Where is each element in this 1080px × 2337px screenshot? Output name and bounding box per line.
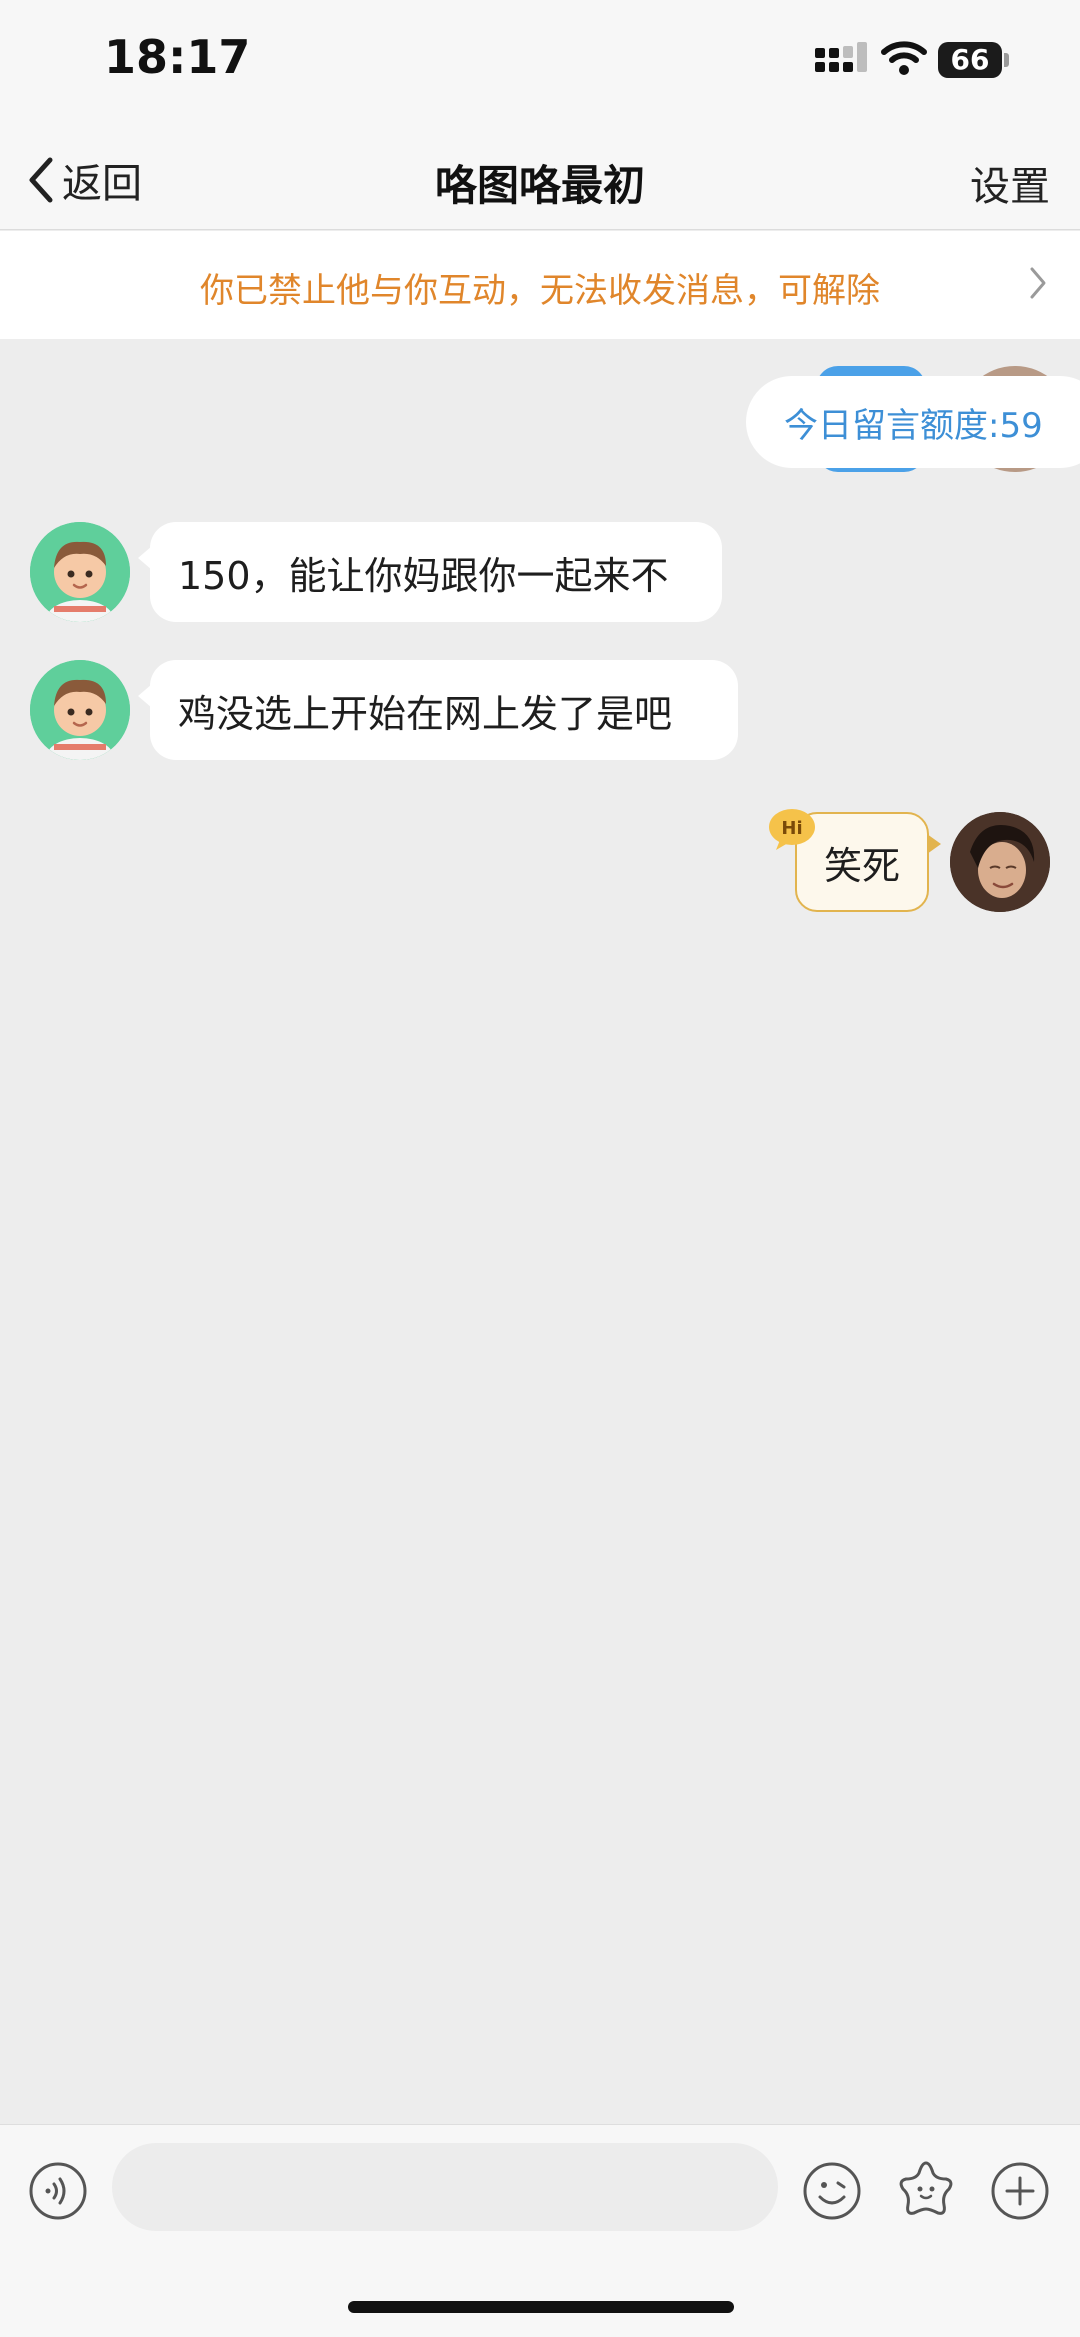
nav-bar: 返回 咯图咯最初 设置 — [0, 130, 1080, 230]
battery-icon: 66 — [938, 42, 1009, 78]
chat-screen: 18:17 66 返回 咯图咯最初 设置 你已禁止他与你互动，无法收发消息，可解… — [0, 0, 1080, 2337]
user-photo-avatar-icon — [950, 812, 1050, 912]
message-quota-text: 今日留言额度:59 — [784, 405, 1043, 446]
wifi-icon — [881, 41, 927, 75]
status-bar: 18:17 66 — [0, 0, 1080, 130]
home-indicator[interactable] — [348, 2301, 734, 2313]
emoji-icon[interactable] — [802, 2161, 862, 2221]
hi-badge-icon: Hi — [769, 809, 815, 850]
battery-level: 66 — [938, 42, 1002, 78]
message-input[interactable] — [112, 2143, 778, 2231]
hi-badge-label: Hi — [781, 818, 802, 839]
block-notice-banner[interactable]: 你已禁止他与你互动，无法收发消息，可解除 — [0, 231, 1080, 339]
message-bubble-incoming[interactable]: 鸡没选上开始在网上发了是吧 — [138, 660, 738, 760]
contact-avatar[interactable] — [30, 522, 130, 622]
message-bubble-incoming[interactable]: 150，能让你妈跟你一起来不 — [138, 522, 722, 622]
plus-icon[interactable] — [990, 2161, 1050, 2221]
back-label: 返回 — [62, 161, 142, 207]
sticker-icon[interactable] — [894, 2159, 958, 2221]
message-quota-pill: 今日留言额度:59 — [746, 376, 1080, 468]
battery-cap — [1004, 53, 1009, 67]
cartoon-boy-avatar-icon — [30, 522, 130, 622]
chevron-right-icon — [1030, 267, 1046, 299]
message-text: 150，能让你妈跟你一起来不 — [178, 553, 669, 598]
page-title: 咯图咯最初 — [434, 161, 645, 210]
signal-icon — [815, 42, 867, 72]
message-text: 笑死 — [823, 843, 900, 888]
status-time: 18:17 — [104, 30, 251, 84]
contact-avatar[interactable] — [30, 660, 130, 760]
my-avatar[interactable] — [950, 812, 1050, 912]
voice-icon[interactable] — [28, 2161, 88, 2221]
chevron-left-icon — [29, 157, 53, 203]
message-text: 鸡没选上开始在网上发了是吧 — [178, 691, 673, 736]
block-notice-text: 你已禁止他与你互动，无法收发消息，可解除 — [200, 271, 880, 311]
cartoon-boy-avatar-icon — [30, 660, 130, 760]
back-button[interactable]: 返回 — [24, 148, 142, 212]
settings-button[interactable]: 设置 — [970, 154, 1050, 212]
